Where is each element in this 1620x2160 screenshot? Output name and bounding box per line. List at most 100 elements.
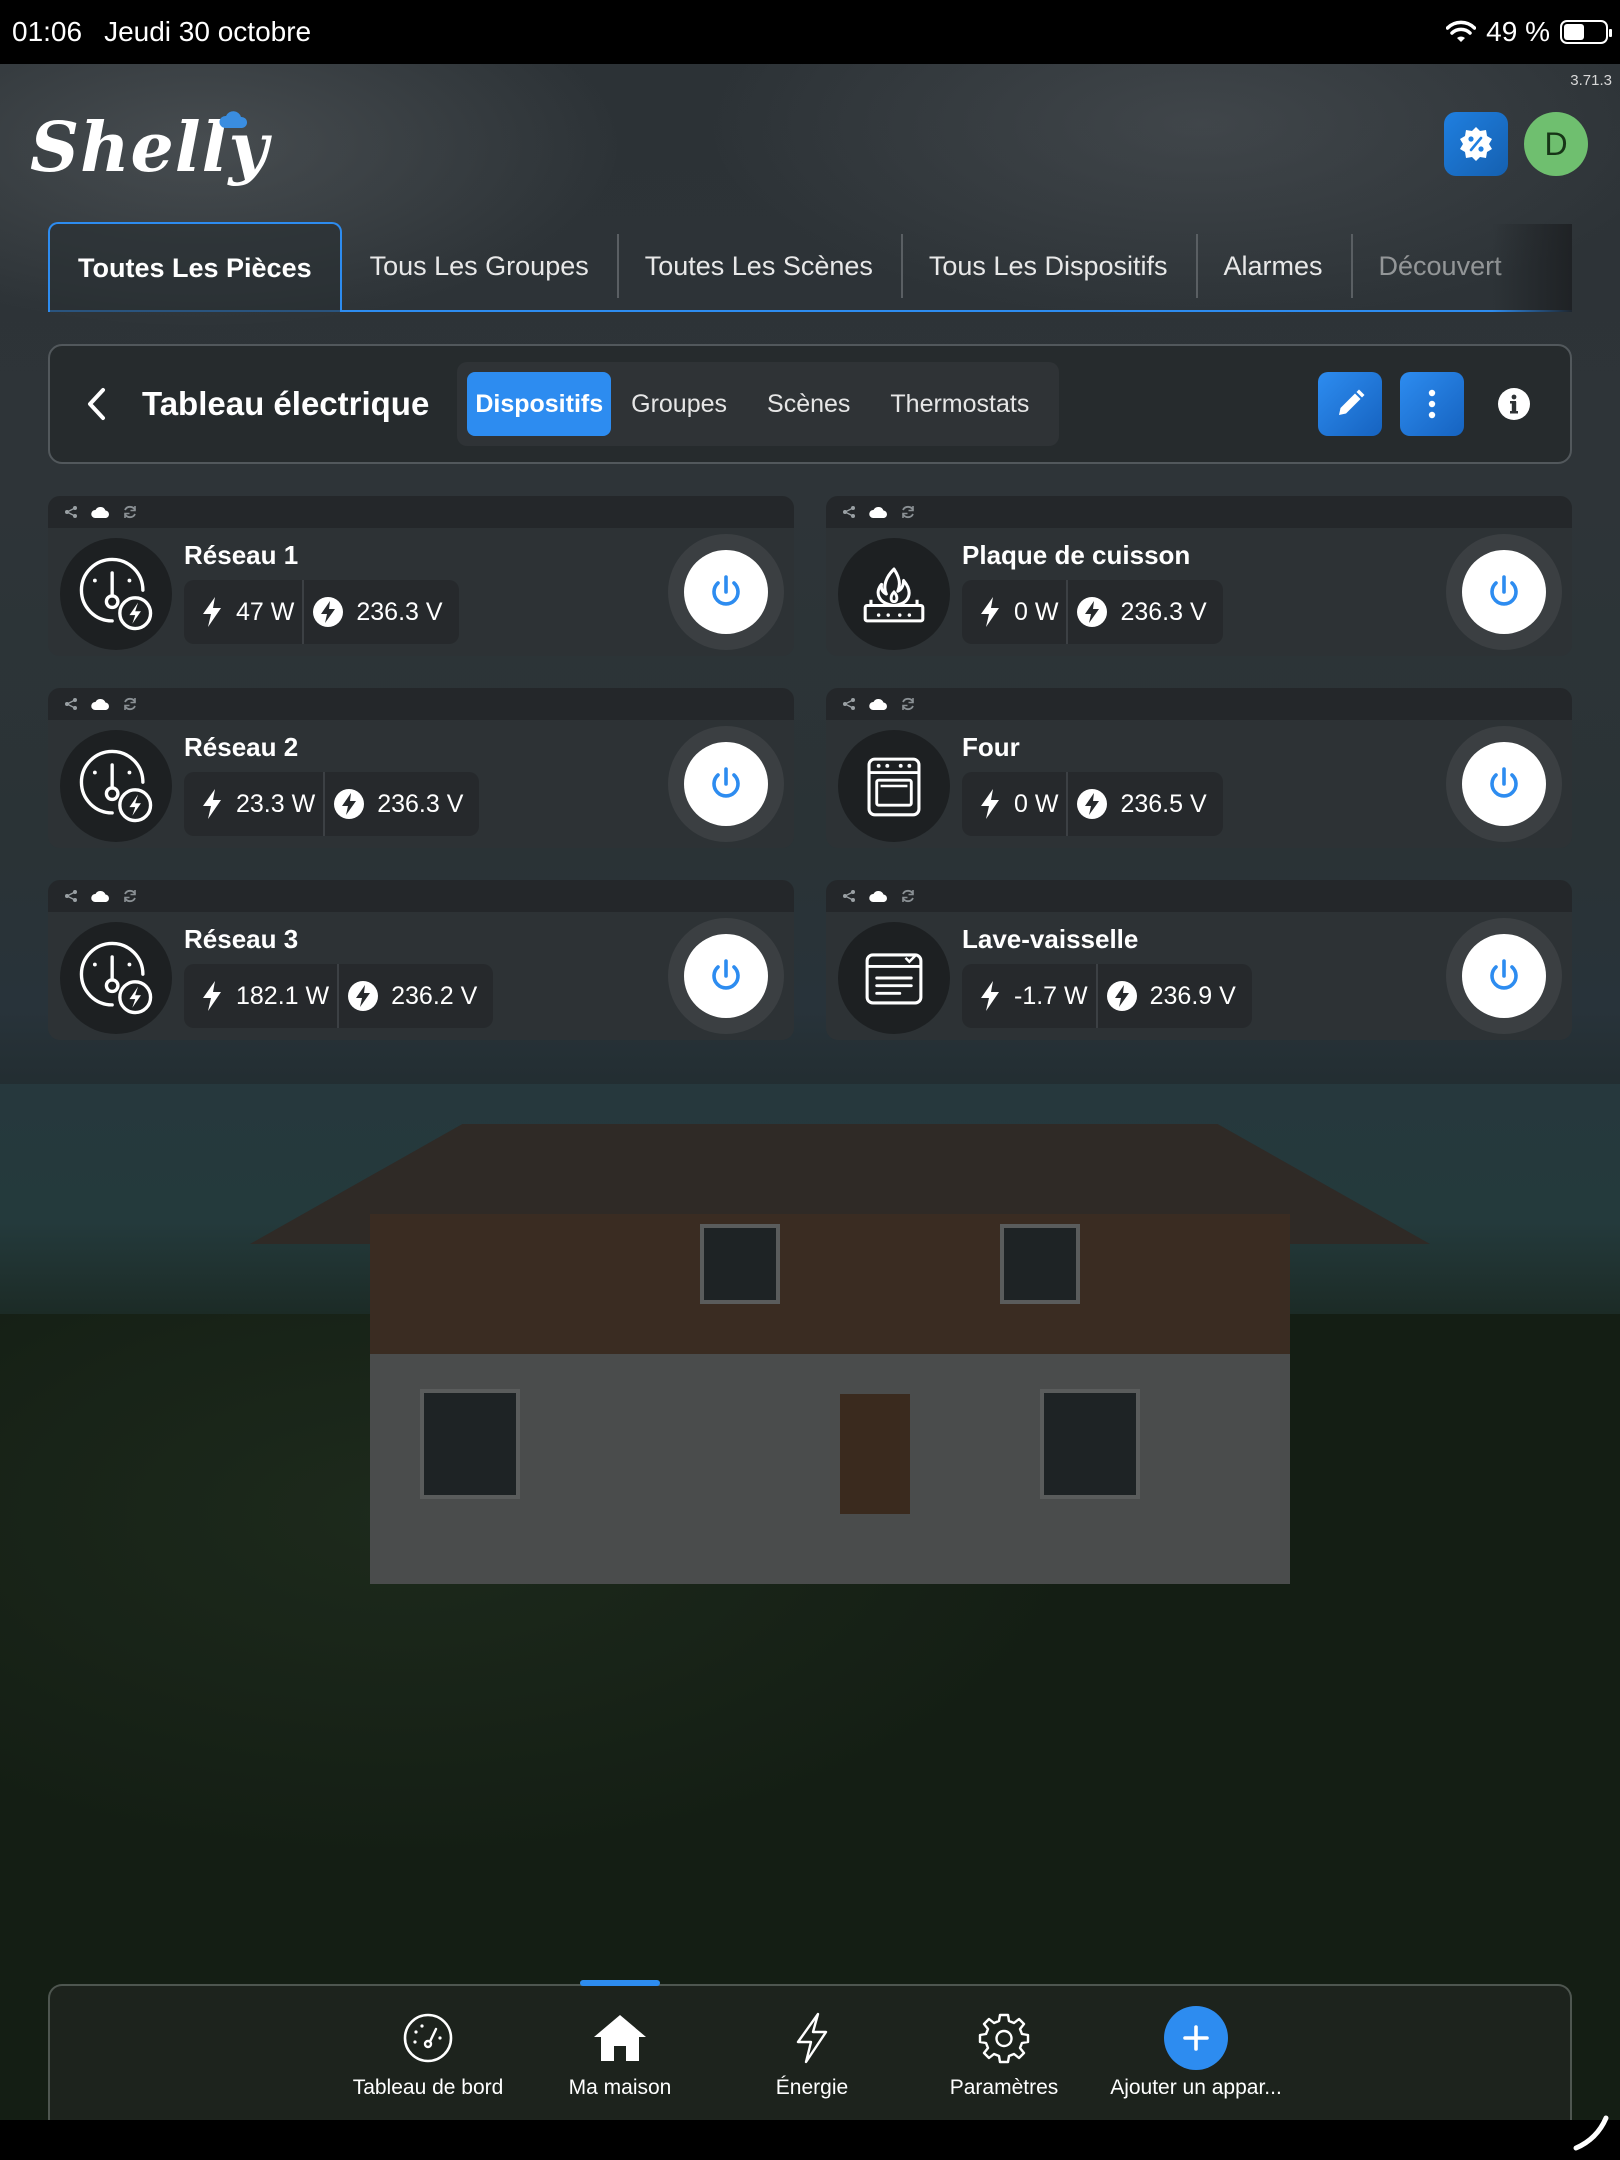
add-device-button[interactable] bbox=[1164, 2006, 1228, 2070]
power-reading: 182.1 W bbox=[192, 964, 337, 1028]
power-toggle[interactable] bbox=[668, 726, 784, 842]
voltage-value: 236.3 V bbox=[377, 789, 464, 818]
power-button[interactable] bbox=[1462, 742, 1546, 826]
device-name: Réseau 2 bbox=[184, 732, 299, 762]
nav-add-device[interactable]: Ajouter un appar... bbox=[1086, 1986, 1306, 2122]
power-value: 47 W bbox=[236, 597, 295, 626]
cloud-icon bbox=[868, 889, 888, 903]
card-status-strip bbox=[48, 688, 794, 720]
nav-settings[interactable]: Paramètres bbox=[894, 1986, 1114, 2122]
house-window bbox=[1040, 1389, 1140, 1499]
card-status-strip bbox=[826, 880, 1572, 912]
power-button[interactable] bbox=[684, 550, 768, 634]
power-button[interactable] bbox=[1462, 934, 1546, 1018]
power-toggle[interactable] bbox=[1446, 534, 1562, 650]
voltage-icon bbox=[347, 980, 379, 1012]
house-window bbox=[1000, 1224, 1080, 1304]
power-value: -1.7 W bbox=[1014, 981, 1088, 1010]
nav-label: Ajouter un appar... bbox=[1110, 2076, 1282, 2099]
nav-label: Tableau de bord bbox=[352, 2076, 504, 2099]
nav-energy[interactable]: Énergie bbox=[702, 1986, 922, 2122]
more-options-button[interactable] bbox=[1400, 372, 1464, 436]
power-reading: 47 W bbox=[192, 580, 302, 644]
device-card[interactable]: Réseau 2 23.3 W 236.3 V bbox=[48, 688, 794, 848]
power-button[interactable] bbox=[684, 934, 768, 1018]
card-status-strip bbox=[48, 880, 794, 912]
device-name: Four bbox=[962, 732, 1020, 762]
lightning-icon bbox=[200, 596, 224, 628]
lightning-icon bbox=[978, 596, 1002, 628]
tab-all-devices[interactable]: Tous Les Dispositifs bbox=[900, 222, 1196, 310]
device-card[interactable]: Lave-vaisselle -1.7 W 236.9 V bbox=[826, 880, 1572, 1040]
house-door bbox=[840, 1394, 910, 1514]
gauge-icon bbox=[403, 2013, 453, 2063]
device-readings: -1.7 W 236.9 V bbox=[962, 964, 1252, 1028]
sync-icon bbox=[900, 504, 916, 520]
lightning-icon bbox=[796, 2012, 828, 2064]
card-status-strip bbox=[826, 496, 1572, 528]
segment-devices[interactable]: Dispositifs bbox=[467, 372, 612, 436]
power-icon bbox=[706, 764, 746, 804]
meter-icon bbox=[60, 922, 172, 1034]
tab-all-rooms[interactable]: Toutes Les Pièces bbox=[48, 222, 342, 312]
voltage-value: 236.2 V bbox=[391, 981, 478, 1010]
promo-button[interactable] bbox=[1444, 112, 1508, 176]
device-card[interactable]: Plaque de cuisson 0 W 236.3 V bbox=[826, 496, 1572, 656]
power-reading: 0 W bbox=[970, 772, 1066, 836]
device-readings: 23.3 W 236.3 V bbox=[184, 772, 480, 836]
room-header: Tableau électrique Dispositifs Groupes S… bbox=[48, 344, 1572, 464]
power-value: 0 W bbox=[1014, 789, 1059, 818]
sync-icon bbox=[900, 696, 916, 712]
power-icon bbox=[706, 572, 746, 612]
lightning-icon bbox=[978, 980, 1002, 1012]
tab-all-scenes[interactable]: Toutes Les Scènes bbox=[616, 222, 901, 310]
power-button[interactable] bbox=[684, 742, 768, 826]
battery-icon bbox=[1560, 20, 1612, 44]
segment-groups[interactable]: Groupes bbox=[611, 372, 747, 436]
avatar[interactable]: D bbox=[1524, 112, 1588, 176]
device-name: Plaque de cuisson bbox=[962, 540, 1191, 570]
chevron-left-icon bbox=[88, 388, 105, 420]
share-icon bbox=[842, 505, 856, 519]
share-icon bbox=[842, 697, 856, 711]
info-button[interactable] bbox=[1482, 372, 1546, 436]
nav-label: Énergie bbox=[775, 2076, 849, 2099]
device-card[interactable]: Réseau 3 182.1 W 236.2 V bbox=[48, 880, 794, 1040]
power-toggle[interactable] bbox=[668, 918, 784, 1034]
cloud-icon bbox=[90, 889, 110, 903]
edit-button[interactable] bbox=[1318, 372, 1382, 436]
device-card[interactable]: Réseau 1 47 W 236.3 V bbox=[48, 496, 794, 656]
voltage-icon bbox=[1106, 980, 1138, 1012]
back-button[interactable] bbox=[74, 382, 118, 426]
device-name: Réseau 3 bbox=[184, 924, 299, 954]
lightning-icon bbox=[200, 980, 224, 1012]
power-value: 0 W bbox=[1014, 597, 1059, 626]
oven-icon bbox=[838, 730, 950, 842]
sync-icon bbox=[122, 888, 138, 904]
voltage-value: 236.3 V bbox=[1120, 597, 1207, 626]
segment-thermostats[interactable]: Thermostats bbox=[870, 372, 1049, 436]
power-icon bbox=[1484, 764, 1524, 804]
power-toggle[interactable] bbox=[1446, 918, 1562, 1034]
power-icon bbox=[706, 956, 746, 996]
status-date: Jeudi 30 octobre bbox=[104, 16, 312, 47]
voltage-value: 236.3 V bbox=[356, 597, 443, 626]
power-toggle[interactable] bbox=[668, 534, 784, 650]
segment-scenes[interactable]: Scènes bbox=[747, 372, 870, 436]
power-reading: 0 W bbox=[970, 580, 1066, 644]
tab-alarms[interactable]: Alarmes bbox=[1195, 222, 1351, 310]
system-bottom-bar bbox=[0, 2120, 1620, 2160]
device-card[interactable]: Four 0 W 236.5 V bbox=[826, 688, 1572, 848]
nav-my-home[interactable]: Ma maison bbox=[510, 1980, 730, 2122]
meter-icon bbox=[60, 538, 172, 650]
house-upper bbox=[370, 1214, 1290, 1354]
power-value: 23.3 W bbox=[236, 789, 316, 818]
power-toggle[interactable] bbox=[1446, 726, 1562, 842]
sync-icon bbox=[122, 504, 138, 520]
tab-all-groups[interactable]: Tous Les Groupes bbox=[342, 222, 617, 310]
nav-dashboard[interactable]: Tableau de bord bbox=[318, 1986, 538, 2122]
device-readings: 0 W 236.3 V bbox=[962, 580, 1223, 644]
status-right: 49 % bbox=[1446, 16, 1612, 48]
cloud-icon bbox=[90, 505, 110, 519]
power-button[interactable] bbox=[1462, 550, 1546, 634]
